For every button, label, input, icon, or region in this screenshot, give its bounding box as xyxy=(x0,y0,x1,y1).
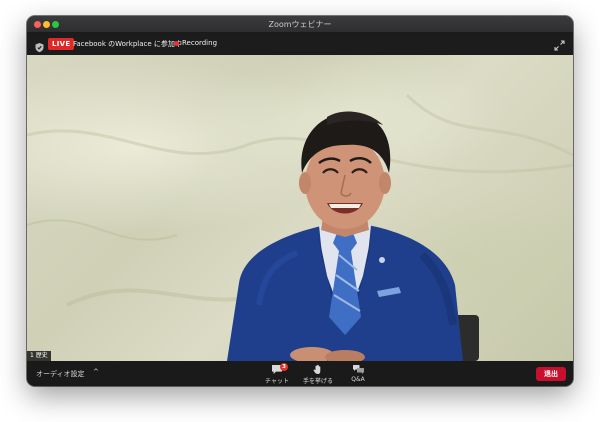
window-titlebar: Zoomウェビナー xyxy=(27,16,573,33)
window-title: Zoomウェビナー xyxy=(268,20,332,29)
speaker-video: 1 歴史 xyxy=(27,55,573,361)
speaker-video-image xyxy=(27,93,573,361)
live-badge: LIVE xyxy=(48,38,75,50)
qa-button[interactable]: Q&A xyxy=(338,363,378,385)
participant-count: 1 歴史 xyxy=(27,351,51,361)
meeting-topbar: LIVE Facebook のWorkplace に参加中 Recording xyxy=(27,33,573,55)
audio-settings-button[interactable]: オーディオ設定 xyxy=(36,369,85,379)
meeting-title: Facebook のWorkplace に参加中 xyxy=(73,40,182,48)
recording-label: Recording xyxy=(182,39,218,47)
raise-hand-icon xyxy=(313,364,321,374)
recording-dot-icon xyxy=(174,41,179,46)
security-shield-icon[interactable] xyxy=(34,38,45,53)
zoom-webinar-window: Zoomウェビナー LIVE Facebook のWorkplace に参加中 … xyxy=(27,16,573,386)
raise-hand-button[interactable]: 手を挙げる xyxy=(298,363,338,385)
raise-hand-label: 手を挙げる xyxy=(302,378,333,385)
chat-label: チャット xyxy=(265,378,289,385)
audio-settings-caret-icon[interactable]: ^ xyxy=(93,368,99,376)
leave-button[interactable]: 退出 xyxy=(536,367,566,381)
fullscreen-icon[interactable] xyxy=(553,37,566,51)
chat-button[interactable]: 3 チャット xyxy=(257,363,297,385)
qa-bubbles-icon xyxy=(352,365,364,374)
meeting-controls: オーディオ設定 ^ 3 チャット 手を挙げる Q&A 退出 xyxy=(27,361,573,386)
chat-unread-badge: 3 xyxy=(280,363,288,371)
qa-label: Q&A xyxy=(351,376,365,383)
